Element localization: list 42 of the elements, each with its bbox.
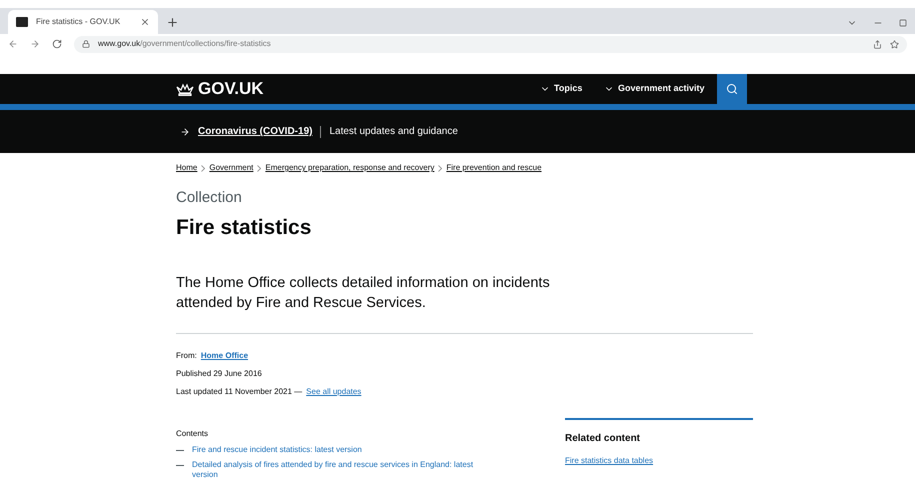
updated-date: Last updated 11 November 2021 —	[176, 386, 302, 398]
published-date: Published 29 June 2016	[176, 368, 263, 380]
share-icon[interactable]	[873, 40, 882, 48]
lock-icon	[82, 40, 90, 48]
dash-icon	[176, 450, 184, 451]
breadcrumb-link[interactable]: Emergency preparation, response and recovery	[265, 162, 434, 174]
search-button[interactable]	[716, 74, 747, 104]
bookmark-star-icon[interactable]	[890, 40, 899, 48]
contents-link[interactable]: Fire and rescue incident statistics: latest version	[192, 445, 482, 455]
nav-menu-button[interactable]: Government activity	[604, 82, 705, 96]
breadcrumb-link[interactable]: Fire prevention and rescue	[446, 162, 542, 174]
page-title: Fire statistics	[176, 214, 312, 240]
related-link[interactable]: Fire statistics data tables	[565, 455, 753, 467]
back-icon[interactable]	[8, 39, 18, 49]
reload-icon[interactable]	[52, 39, 62, 49]
organisation-link[interactable]: Home Office	[200, 350, 248, 362]
related-heading: Related content	[565, 432, 642, 446]
close-icon[interactable]	[140, 17, 150, 27]
collection-caption: Collection	[176, 188, 243, 208]
page-description: The Home Office collects detailed information on incidents attended by Fire and Rescue Services.	[176, 274, 551, 313]
chevron-right-icon	[201, 164, 206, 172]
contents-heading: Contents	[176, 428, 210, 440]
dash-icon	[176, 465, 184, 466]
banner-text: Latest updates and guidance	[329, 125, 458, 139]
chevron-right-icon	[257, 164, 262, 172]
forward-icon[interactable]	[30, 39, 40, 49]
breadcrumb-link[interactable]: Government	[209, 162, 254, 174]
restore-icon[interactable]	[899, 19, 907, 27]
breadcrumb-link[interactable]: Home	[176, 162, 198, 174]
from-label: From:	[176, 350, 197, 362]
contents-link[interactable]: Detailed analysis of fires attended by fire and rescue services in England: latest version	[192, 460, 482, 480]
covid-link[interactable]: Coronavirus (COVID-19)	[198, 124, 312, 139]
site-logo[interactable]: GOV.UK	[198, 76, 264, 102]
arrow-icon	[180, 126, 190, 136]
browser-tab[interactable]: Fire statistics - GOV.UK	[8, 10, 158, 34]
nav-menu-button[interactable]: Topics	[540, 82, 590, 96]
tab-title: Fire statistics - GOV.UK	[36, 16, 122, 28]
chevron-right-icon	[438, 164, 442, 172]
search-icon	[726, 83, 738, 95]
address-bar[interactable]: www.gov.uk/government/collections/fire-statistics	[74, 36, 907, 52]
new-tab-icon[interactable]	[166, 16, 179, 29]
updates-link[interactable]: See all updates	[306, 386, 362, 398]
